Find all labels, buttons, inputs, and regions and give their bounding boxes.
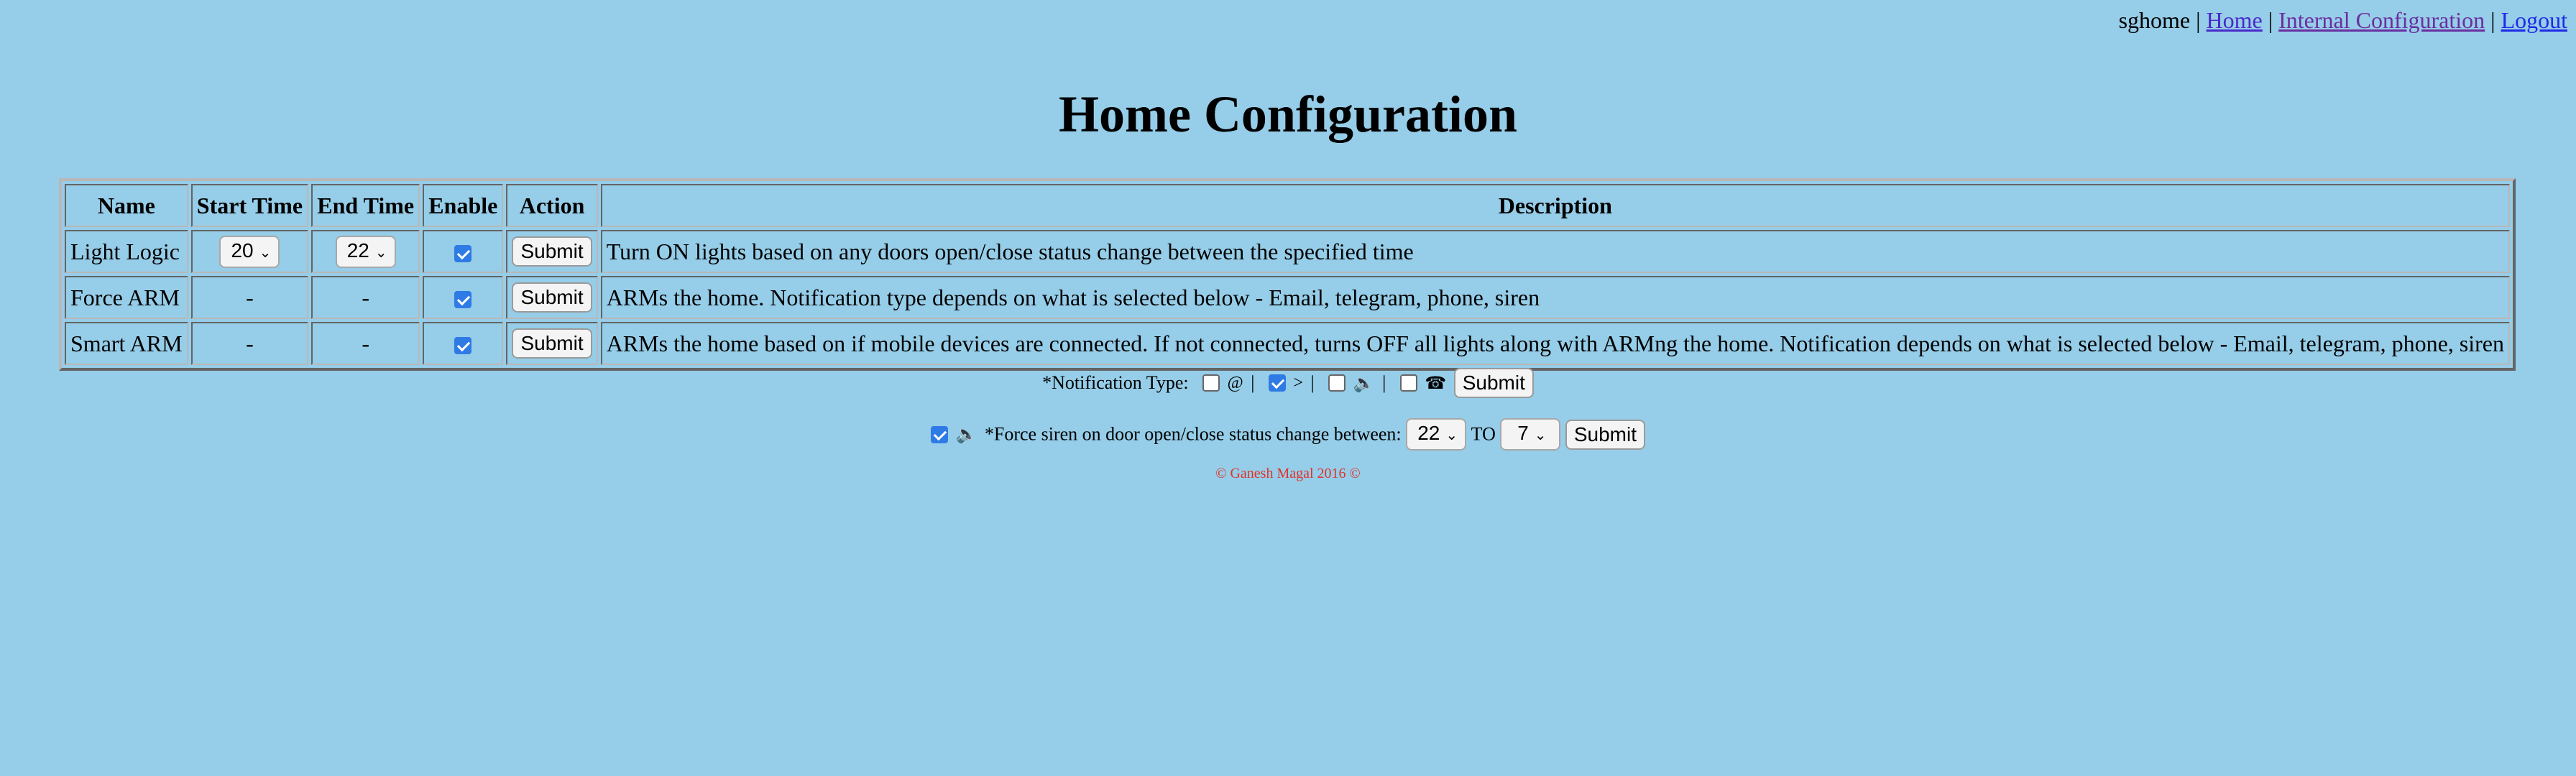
action-cell: Submit xyxy=(506,322,598,365)
separator: | xyxy=(1310,372,1315,393)
force-siren-to-select[interactable]: 7 ⌄ xyxy=(1500,418,1561,451)
header-name: Name xyxy=(65,184,188,227)
force-siren-checkbox[interactable] xyxy=(930,425,948,443)
top-nav: sghome | Home | Internal Configuration |… xyxy=(2119,7,2567,34)
chevron-down-icon: ⌄ xyxy=(259,244,272,261)
submit-button[interactable]: Submit xyxy=(512,236,592,267)
chevron-down-icon: ⌄ xyxy=(1445,428,1458,443)
config-table: Name Start Time End Time Enable Action D… xyxy=(59,178,2516,371)
config-table-wrapper: Name Start Time End Time Enable Action D… xyxy=(59,178,2516,371)
force-siren-from-select[interactable]: 22 ⌄ xyxy=(1406,418,1467,451)
nav-separator: | xyxy=(2490,7,2496,33)
start-time-select[interactable]: 20 ⌄ xyxy=(219,235,280,268)
footer-copyright: © Ganesh Magal 2016 © xyxy=(1215,466,1361,481)
email-icon: @ xyxy=(1227,373,1243,392)
end-time-select[interactable]: 22 ⌄ xyxy=(335,235,396,268)
notification-type-row: *Notification Type: @ | > | 🔈 | ☎ Submit xyxy=(0,368,2576,398)
siren-icon: 🔈 xyxy=(955,425,978,444)
row-description: Turn ON lights based on any doors open/c… xyxy=(600,230,2510,273)
action-cell: Submit xyxy=(506,276,598,319)
notification-submit-button[interactable]: Submit xyxy=(1453,368,1534,398)
select-value: 20 xyxy=(231,239,254,262)
action-cell: Submit xyxy=(506,230,598,273)
siren-notification-checkbox[interactable] xyxy=(1328,374,1346,392)
internal-configuration-link[interactable]: Internal Configuration xyxy=(2278,7,2485,33)
telegram-notification-checkbox[interactable] xyxy=(1268,374,1286,392)
row-name: Smart ARM xyxy=(65,322,188,365)
start-time-cell: 20 ⌄ xyxy=(190,230,309,273)
separator: | xyxy=(1251,372,1255,393)
enable-cell xyxy=(423,322,504,365)
header-start-time: Start Time xyxy=(190,184,309,227)
enable-cell xyxy=(423,230,504,273)
table-row: Light Logic 20 ⌄ 22 ⌄ Submit Turn ON light… xyxy=(65,230,2510,273)
table-row: Smart ARM - - Submit ARMs the home based… xyxy=(65,322,2510,365)
row-name: Light Logic xyxy=(65,230,188,273)
chevron-down-icon: ⌄ xyxy=(1534,428,1547,443)
row-description: ARMs the home. Notification type depends… xyxy=(600,276,2510,319)
to-label: TO xyxy=(1471,423,1496,445)
page-title: Home Configuration xyxy=(1059,86,1517,143)
start-time-cell: - xyxy=(190,276,309,319)
end-time-cell: 22 ⌄ xyxy=(311,230,420,273)
enable-checkbox[interactable] xyxy=(454,337,472,355)
username-label: sghome xyxy=(2118,7,2191,33)
phone-icon: ☎ xyxy=(1425,374,1447,393)
chevron-down-icon: ⌄ xyxy=(374,244,387,261)
notification-type-label: *Notification Type: xyxy=(1042,372,1189,393)
start-time-cell: - xyxy=(190,322,309,365)
siren-icon: 🔈 xyxy=(1353,374,1375,393)
nav-separator: | xyxy=(2268,7,2273,33)
enable-cell xyxy=(423,276,504,319)
table-row: Force ARM - - Submit ARMs the home. Noti… xyxy=(65,276,2510,319)
enable-checkbox[interactable] xyxy=(454,291,472,309)
header-action: Action xyxy=(506,184,598,227)
email-notification-checkbox[interactable] xyxy=(1202,374,1220,392)
force-siren-row: 🔈 *Force siren on door open/close status… xyxy=(0,418,2576,451)
row-name: Force ARM xyxy=(65,276,188,319)
end-time-cell: - xyxy=(311,322,420,365)
row-description: ARMs the home based on if mobile devices… xyxy=(600,322,2510,365)
telegram-icon: > xyxy=(1293,373,1303,392)
force-siren-label: *Force siren on door open/close status c… xyxy=(984,423,1402,445)
header-end-time: End Time xyxy=(311,184,420,227)
header-description: Description xyxy=(600,184,2510,227)
force-siren-submit-button[interactable]: Submit xyxy=(1565,419,1646,450)
submit-button[interactable]: Submit xyxy=(512,282,592,313)
table-header-row: Name Start Time End Time Enable Action D… xyxy=(65,184,2510,227)
enable-checkbox[interactable] xyxy=(454,245,472,263)
end-time-cell: - xyxy=(311,276,420,319)
phone-notification-checkbox[interactable] xyxy=(1399,374,1417,392)
nav-separator: | xyxy=(2196,7,2201,33)
submit-button[interactable]: Submit xyxy=(512,328,592,359)
header-enable: Enable xyxy=(423,184,504,227)
home-link[interactable]: Home xyxy=(2207,7,2263,33)
select-value: 7 xyxy=(1517,422,1529,444)
select-value: 22 xyxy=(346,239,369,262)
select-value: 22 xyxy=(1417,422,1440,444)
logout-link[interactable]: Logout xyxy=(2501,7,2567,33)
separator: | xyxy=(1382,372,1386,393)
